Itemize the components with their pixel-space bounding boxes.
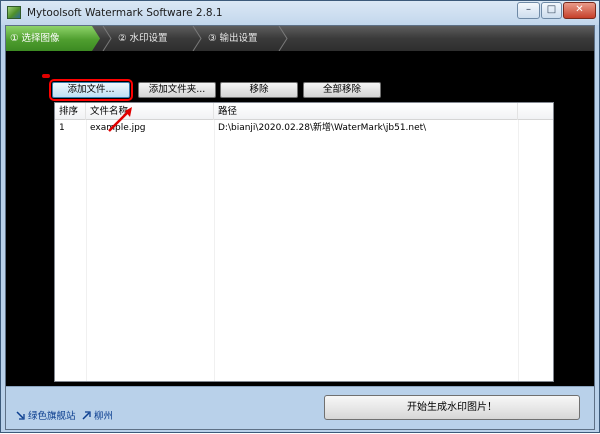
footer-link-city-label: 柳州 (94, 411, 114, 422)
remove-button[interactable]: 移除 (220, 82, 298, 98)
remove-all-button[interactable]: 全部移除 (303, 82, 381, 98)
link-arrow-icon (82, 411, 91, 420)
title-bar[interactable]: Mytoolsoft Watermark Software 2.8.1 – □ … (1, 1, 599, 25)
column-divider (518, 120, 519, 381)
column-header-order[interactable]: 排序 (55, 103, 86, 120)
step-watermark-settings[interactable]: ② 水印设置 (114, 26, 204, 51)
main-panel: ① 选择图像 ② 水印设置 ③ 输出设置 添加文件... 添加文件夹... 移除… (5, 25, 595, 430)
step-select-image[interactable]: ① 选择图像 (6, 26, 100, 51)
window-title: Mytoolsoft Watermark Software 2.8.1 (27, 7, 223, 19)
close-button[interactable]: ✕ (563, 2, 596, 19)
add-file-button[interactable]: 添加文件... (49, 79, 133, 101)
minimize-button[interactable]: – (517, 2, 540, 19)
row-filename: example.jpg (90, 123, 146, 133)
file-list-header: 排序 文件名称 路径 (55, 103, 553, 120)
table-row[interactable]: 1 example.jpg D:\bianji\2020.02.28\新增\Wa… (55, 121, 553, 136)
footer-link-site[interactable]: 绿色旗舰站 (16, 411, 76, 423)
add-folder-button[interactable]: 添加文件夹... (138, 82, 216, 98)
row-path: D:\bianji\2020.02.28\新增\WaterMark\jb51.n… (218, 123, 427, 133)
column-header-path[interactable]: 路径 (214, 103, 518, 120)
column-divider (86, 120, 87, 381)
maximize-button[interactable]: □ (541, 2, 562, 19)
column-divider (214, 120, 215, 381)
step-separator-icon (102, 26, 112, 51)
start-watermark-button[interactable]: 开始生成水印图片！ (324, 395, 580, 420)
app-logo-icon (7, 6, 21, 19)
link-arrow-icon (16, 411, 25, 420)
column-header-filename[interactable]: 文件名称 (86, 103, 214, 120)
app-window: Mytoolsoft Watermark Software 2.8.1 – □ … (0, 0, 600, 433)
step-separator-icon (278, 26, 288, 51)
footer-link-city[interactable]: 柳州 (82, 411, 113, 423)
annotation-dot (42, 74, 50, 78)
footer-link-site-label: 绿色旗舰站 (28, 411, 76, 422)
step-bar: ① 选择图像 ② 水印设置 ③ 输出设置 (6, 26, 594, 51)
footer-bar: 绿色旗舰站 柳州 开始生成水印图片！ (6, 386, 594, 429)
file-list[interactable]: 排序 文件名称 路径 1 example.jpg D:\bianji\2020.… (54, 102, 554, 382)
row-index: 1 (59, 123, 65, 133)
step-separator-icon (192, 26, 202, 51)
